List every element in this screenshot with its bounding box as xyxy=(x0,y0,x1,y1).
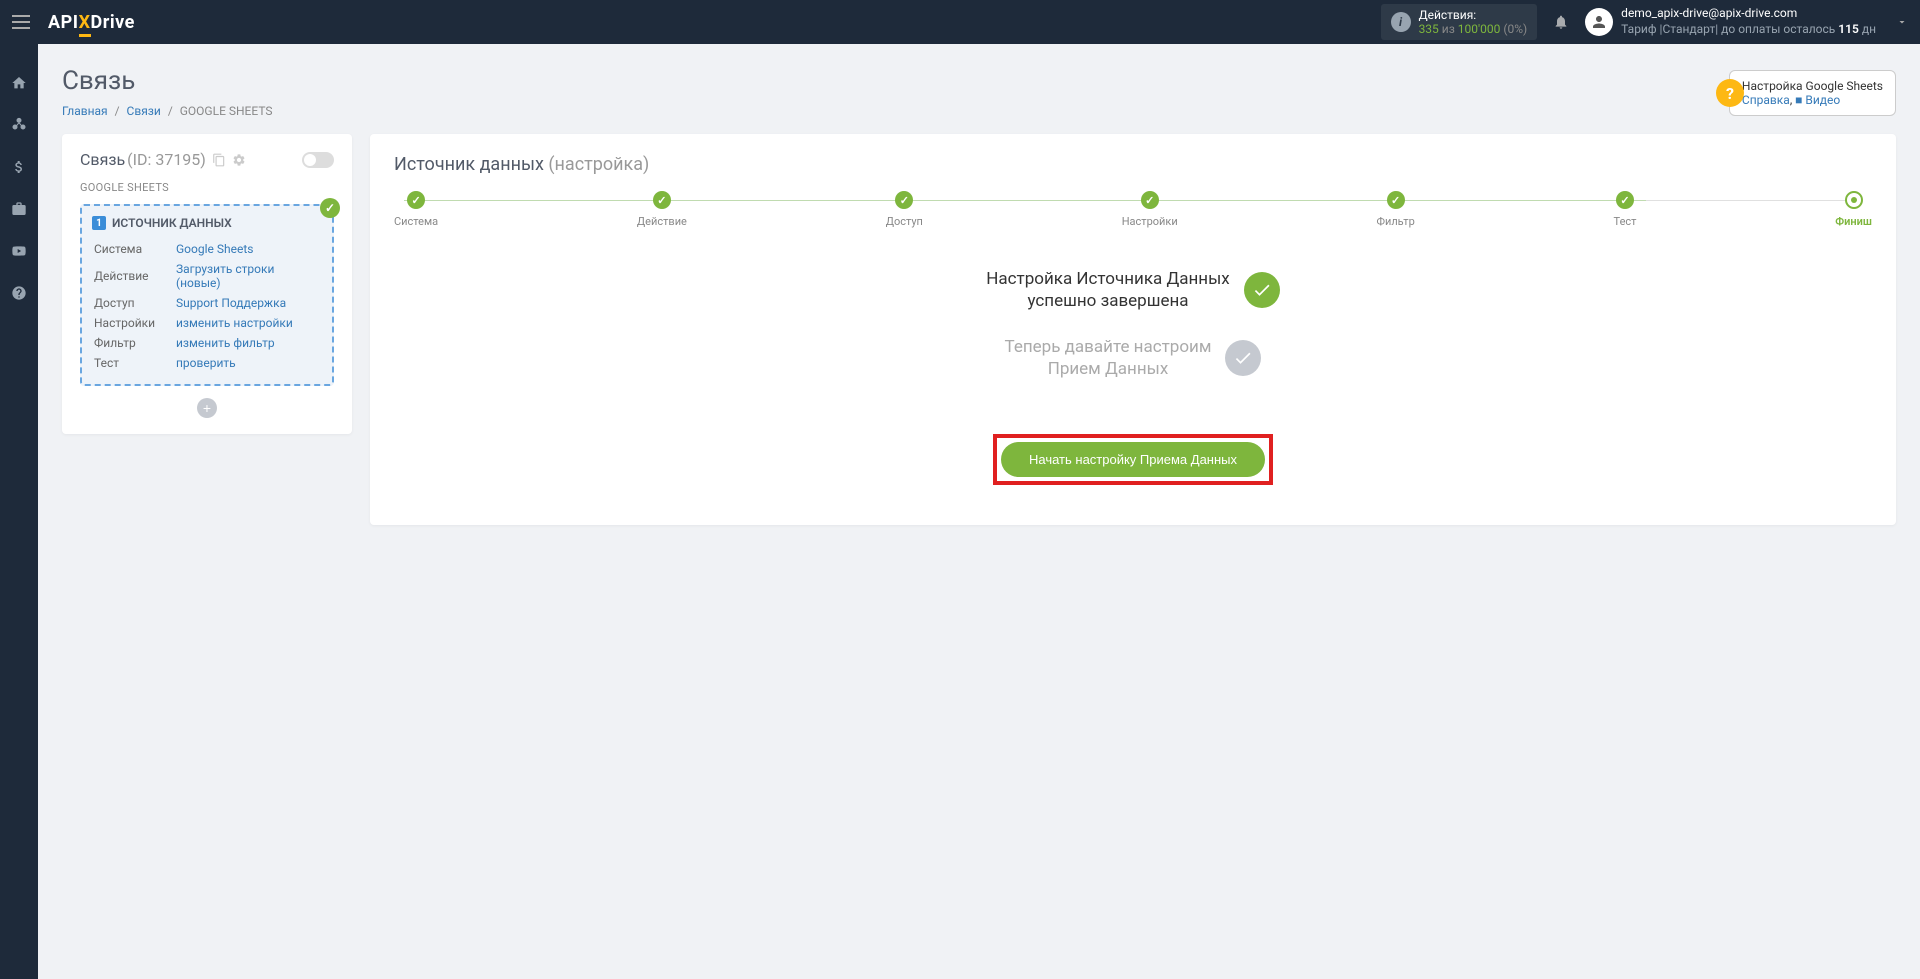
enable-toggle[interactable] xyxy=(302,152,334,168)
check-icon xyxy=(1244,272,1280,308)
main-content: Связь Главная / Связи / GOOGLE SHEETS ? … xyxy=(38,44,1920,547)
source-number-badge: 1 xyxy=(92,216,106,230)
sidebar-billing-icon[interactable] xyxy=(10,158,28,176)
start-destination-setup-button[interactable]: Начать настройку Приема Данных xyxy=(1001,442,1265,477)
setup-subtitle: (настройка) xyxy=(548,154,649,175)
table-row: Фильтризменить фильтр xyxy=(94,334,320,352)
status-destination-pending: Теперь давайте настроим Прием Данных xyxy=(394,336,1872,380)
menu-toggle-button[interactable] xyxy=(12,10,36,34)
logo-x: X xyxy=(79,12,91,37)
sidebar-home-icon[interactable] xyxy=(10,74,28,92)
connection-card: Связь (ID: 37195) GOOGLE SHEETS ✓ 1 ИСТО… xyxy=(62,134,352,434)
header-bar: APIXDrive i Действия: 335 из 100'000 (0%… xyxy=(0,0,1920,44)
step-access[interactable]: ✓Доступ xyxy=(886,191,923,228)
sidebar-connections-icon[interactable] xyxy=(10,116,28,134)
info-icon: i xyxy=(1391,12,1411,32)
check-pending-icon xyxy=(1225,340,1261,376)
sidebar xyxy=(0,44,38,979)
connection-id: (ID: 37195) xyxy=(127,150,206,169)
page-title: Связь xyxy=(62,66,1896,96)
help-video-link[interactable]: Видео xyxy=(1805,93,1840,107)
user-info: demo_apix-drive@apix-drive.com Тариф |Ст… xyxy=(1621,6,1876,37)
sidebar-briefcase-icon[interactable] xyxy=(10,200,28,218)
stepper: ✓Система ✓Действие ✓Доступ ✓Настройки ✓Ф… xyxy=(394,191,1872,228)
logo-api: API xyxy=(48,12,79,33)
breadcrumb-current: GOOGLE SHEETS xyxy=(180,104,273,118)
video-icon: ■ xyxy=(1795,93,1802,107)
table-row: Тестпроверить xyxy=(94,354,320,372)
actions-quota-text: Действия: 335 из 100'000 (0%) xyxy=(1419,8,1528,37)
setup-card: Источник данных (настройка) ✓Система ✓Де… xyxy=(370,134,1896,525)
connection-label: Связь xyxy=(80,150,125,169)
table-row: СистемаGoogle Sheets xyxy=(94,240,320,258)
check-badge-icon: ✓ xyxy=(320,198,340,218)
sidebar-youtube-icon[interactable] xyxy=(10,242,28,260)
setup-title: Источник данных xyxy=(394,154,544,175)
actions-quota-box[interactable]: i Действия: 335 из 100'000 (0%) xyxy=(1381,4,1538,41)
user-section[interactable]: demo_apix-drive@apix-drive.com Тариф |Ст… xyxy=(1585,6,1908,37)
avatar-icon xyxy=(1585,8,1613,36)
help-docs-link[interactable]: Справка xyxy=(1742,93,1790,107)
table-row: ДействиеЗагрузить строки (новые) xyxy=(94,260,320,292)
bell-icon[interactable] xyxy=(1553,13,1569,31)
chevron-down-icon[interactable] xyxy=(1896,16,1908,28)
step-settings[interactable]: ✓Настройки xyxy=(1122,191,1178,228)
step-system[interactable]: ✓Система xyxy=(394,191,438,228)
logo-drive: Drive xyxy=(91,12,135,33)
source-title: ИСТОЧНИК ДАННЫХ xyxy=(112,216,232,230)
breadcrumb-links[interactable]: Связи xyxy=(127,104,161,118)
breadcrumb-home[interactable]: Главная xyxy=(62,104,108,118)
step-action[interactable]: ✓Действие xyxy=(637,191,687,228)
sidebar-help-icon[interactable] xyxy=(10,284,28,302)
source-table: СистемаGoogle Sheets ДействиеЗагрузить с… xyxy=(92,238,322,374)
logo[interactable]: APIXDrive xyxy=(48,12,135,33)
help-box: ? Настройка Google Sheets Справка, ■ Вид… xyxy=(1729,70,1896,116)
connection-service: GOOGLE SHEETS xyxy=(80,181,334,194)
table-row: Настройкиизменить настройки xyxy=(94,314,320,332)
help-question-icon[interactable]: ? xyxy=(1716,79,1744,107)
step-test[interactable]: ✓Тест xyxy=(1614,191,1637,228)
step-finish[interactable]: Финиш xyxy=(1835,191,1872,228)
data-source-box: ✓ 1 ИСТОЧНИК ДАННЫХ СистемаGoogle Sheets… xyxy=(80,204,334,386)
gear-icon[interactable] xyxy=(232,153,246,167)
step-filter[interactable]: ✓Фильтр xyxy=(1376,191,1414,228)
table-row: ДоступSupport Поддержка xyxy=(94,294,320,312)
breadcrumb: Главная / Связи / GOOGLE SHEETS xyxy=(62,104,1896,118)
status-source-complete: Настройка Источника Данных успешно завер… xyxy=(394,268,1872,312)
copy-icon[interactable] xyxy=(212,153,226,167)
cta-highlight-frame: Начать настройку Приема Данных xyxy=(993,434,1273,485)
add-destination-button[interactable]: + xyxy=(197,398,217,418)
